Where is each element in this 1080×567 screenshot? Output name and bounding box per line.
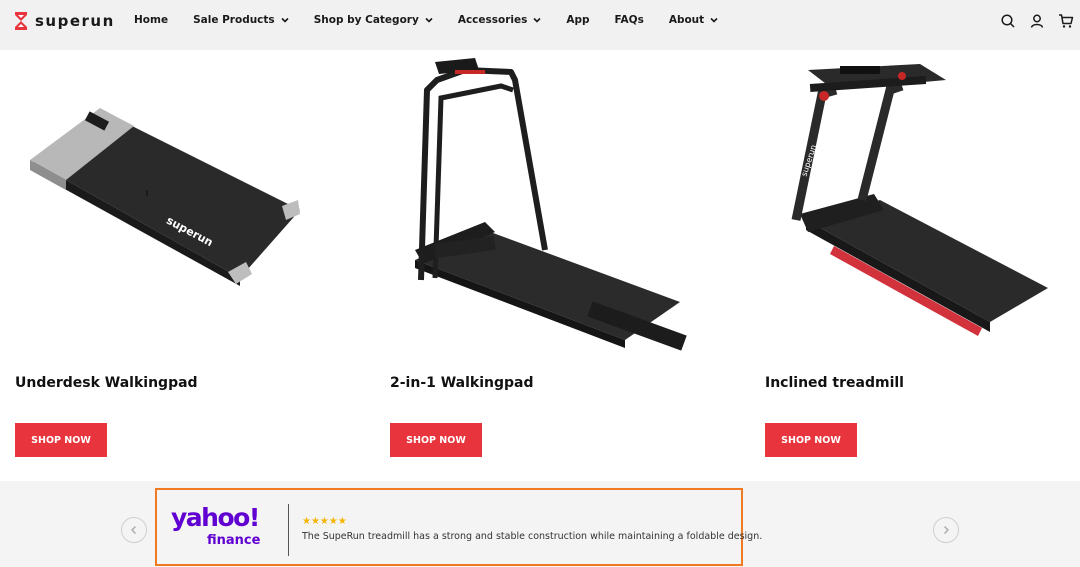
product-title[interactable]: 2-in-1 Walkingpad	[390, 375, 534, 391]
carousel-prev-button[interactable]	[121, 517, 147, 543]
nav-accessories[interactable]: Accessories	[458, 14, 542, 26]
cart-icon[interactable]	[1058, 13, 1074, 29]
chevron-left-icon	[131, 526, 136, 534]
carousel-next-button[interactable]	[933, 517, 959, 543]
nav-shop-by-category[interactable]: Shop by Category	[314, 14, 433, 26]
superun-logo-mark-icon	[15, 12, 27, 30]
logo-wordmark: superun	[35, 12, 115, 30]
nav-home[interactable]: Home	[134, 14, 168, 26]
nav-app-label: App	[566, 14, 590, 26]
inclined-treadmill-image[interactable]: superun	[750, 50, 1080, 360]
chevron-down-icon	[425, 17, 433, 23]
site-header: superun Home Sale Products Shop by Categ…	[0, 0, 1080, 50]
chevron-down-icon	[533, 17, 541, 23]
walkingpad-image[interactable]: superun	[0, 50, 340, 360]
product-title[interactable]: Underdesk Walkingpad	[15, 375, 198, 391]
chevron-down-icon	[281, 17, 289, 23]
press-quote-card: yahoo! finance ★★★★★ The SupeRun treadmi…	[155, 488, 762, 566]
yahoo-finance-logo-graphic: yahoo! finance	[171, 503, 261, 548]
product-title[interactable]: Inclined treadmill	[765, 375, 904, 391]
nav-faqs[interactable]: FAQs	[615, 14, 644, 26]
shop-now-button[interactable]: SHOP NOW	[15, 423, 107, 457]
nav-sale-products-label: Sale Products	[193, 14, 275, 26]
nav-about-label: About	[668, 14, 705, 26]
divider	[288, 504, 289, 556]
press-quote: The SupeRun treadmill has a strong and s…	[302, 531, 763, 542]
nav-app[interactable]: App	[566, 14, 589, 26]
main-nav: Home Sale Products Shop by Category Acce…	[134, 14, 743, 26]
account-icon[interactable]	[1029, 13, 1045, 29]
two-in-one-walkingpad-image[interactable]	[375, 50, 715, 360]
nav-about[interactable]: About	[669, 14, 718, 26]
star-rating: ★★★★★	[302, 516, 347, 527]
press-carousel: yahoo! finance ★★★★★ The SupeRun treadmi…	[0, 481, 1080, 567]
svg-text:superun: superun	[800, 144, 819, 178]
shop-now-button[interactable]: SHOP NOW	[765, 423, 857, 457]
search-icon[interactable]	[1000, 13, 1016, 29]
nav-faqs-label: FAQs	[614, 14, 644, 26]
chevron-right-icon	[944, 526, 949, 534]
nav-sale-products[interactable]: Sale Products	[193, 14, 289, 26]
yahoo-finance-logo: yahoo! finance	[171, 503, 271, 552]
shop-now-button[interactable]: SHOP NOW	[390, 423, 482, 457]
finance-logo-text: finance	[207, 533, 261, 548]
header-actions	[987, 13, 1074, 29]
chevron-down-icon	[710, 17, 718, 23]
nav-home-label: Home	[134, 14, 169, 26]
yahoo-logo-text: yahoo!	[171, 504, 259, 532]
nav-shop-by-category-label: Shop by Category	[313, 14, 419, 26]
superun-logo[interactable]: superun	[14, 11, 115, 31]
nav-accessories-label: Accessories	[457, 14, 528, 26]
